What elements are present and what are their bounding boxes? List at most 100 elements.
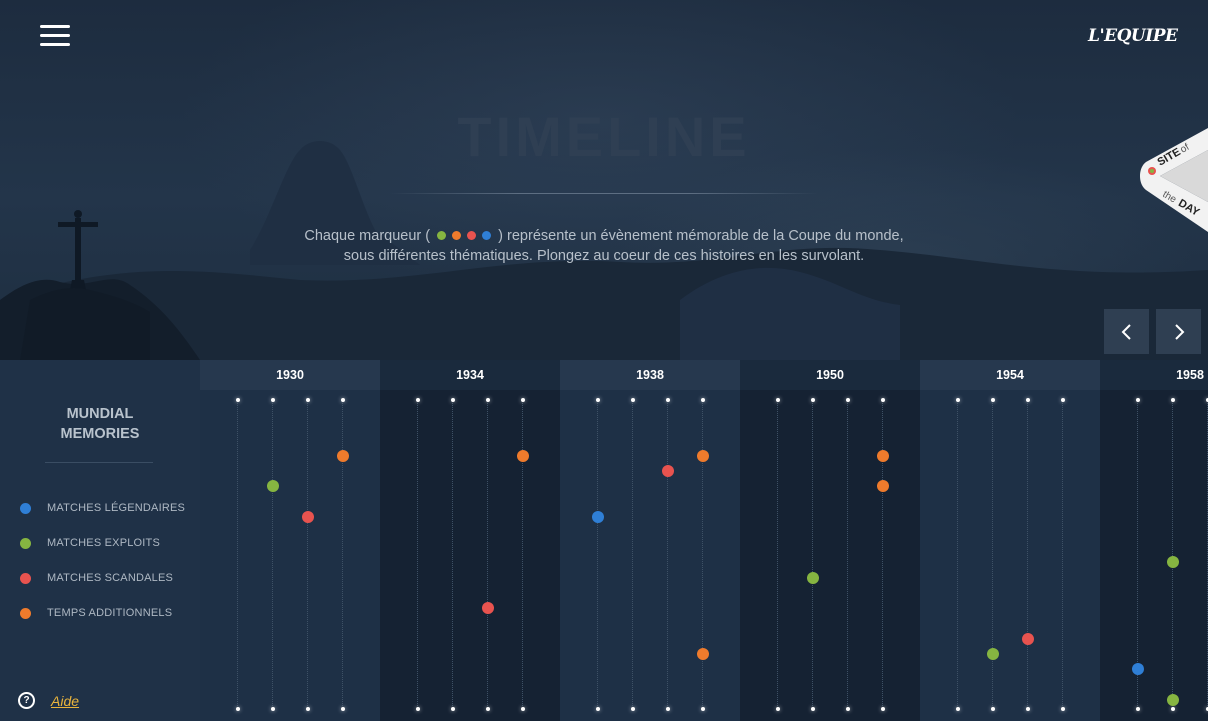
- timeline-tick-dot: [1135, 707, 1140, 711]
- timeline-tick-dot: [305, 707, 310, 711]
- timeline-tick-dot: [1135, 398, 1140, 402]
- timeline-tick-dot: [520, 707, 525, 711]
- event-marker-exploits[interactable]: [266, 480, 279, 492]
- chevron-left-icon: [1121, 323, 1131, 340]
- decade-column-1954: 1954: [920, 360, 1100, 721]
- timeline-tick-dot: [415, 398, 420, 402]
- decade-column-1950: 1950: [740, 360, 920, 721]
- timeline-prev-button[interactable]: [1104, 309, 1149, 354]
- event-marker-exploits[interactable]: [1166, 693, 1179, 706]
- timeline-guide-line: [882, 400, 883, 710]
- timeline-tick-dot: [700, 398, 705, 402]
- timeline-tick-dot: [700, 707, 705, 711]
- event-marker-legendary[interactable]: [1131, 663, 1144, 675]
- event-marker-exploits[interactable]: [986, 647, 999, 660]
- title-divider: [390, 193, 818, 194]
- decade-column-1934: 1934: [380, 360, 560, 721]
- decade-column-1938: 1938: [560, 360, 740, 721]
- sidebar-legend: MUNDIAL MEMORIES MATCHES LÉGENDAIRES MAT…: [0, 360, 200, 721]
- timeline-tick-dot: [1025, 707, 1030, 711]
- timeline-guide-line: [1062, 400, 1063, 710]
- legend-item-scandales[interactable]: MATCHES SCANDALES: [20, 570, 173, 586]
- event-marker-scandales[interactable]: [301, 510, 314, 523]
- timeline-tick-dot: [665, 707, 670, 711]
- timeline-tick-dot: [1025, 398, 1030, 402]
- timeline-tick-dot: [450, 707, 455, 711]
- timeline-tick-dot: [880, 707, 885, 711]
- event-marker-exploits[interactable]: [1166, 556, 1179, 569]
- timeline-tick-dot: [955, 707, 960, 711]
- decade-year-label: 1930: [200, 360, 380, 390]
- timeline-tick-dot: [665, 398, 670, 402]
- timeline-guide-line: [777, 400, 778, 710]
- legend-item-temps[interactable]: TEMPS ADDITIONNELS: [20, 605, 172, 621]
- timeline-tick-dot: [595, 707, 600, 711]
- decade-year-label: 1958: [1100, 360, 1208, 390]
- lequipe-logo[interactable]: L'EQUIPE: [1088, 26, 1178, 46]
- timeline-tick-dot: [1060, 707, 1065, 711]
- timeline-tick-dot: [810, 398, 815, 402]
- legend-item-exploits[interactable]: MATCHES EXPLOITS: [20, 535, 160, 551]
- timeline-next-button[interactable]: [1156, 309, 1201, 354]
- event-marker-temps[interactable]: [876, 480, 889, 492]
- timeline-tick-dot: [775, 707, 780, 711]
- intro-dot-scandales: [467, 231, 477, 240]
- intro-dot-legendary: [482, 231, 492, 240]
- event-marker-exploits[interactable]: [806, 571, 819, 584]
- timeline-guide-line: [522, 400, 523, 710]
- timeline-tick-dot: [340, 398, 345, 402]
- scandales-dot-icon: [20, 572, 31, 584]
- decade-column-1958: 1958: [1100, 360, 1208, 721]
- timeline-guide-line: [812, 400, 813, 710]
- event-marker-scandales[interactable]: [1021, 632, 1034, 645]
- timeline-guide-line: [1172, 400, 1173, 710]
- help-link[interactable]: ? Aide: [18, 692, 79, 709]
- help-label[interactable]: Aide: [51, 693, 79, 709]
- timeline-tick-dot: [1060, 398, 1065, 402]
- intro-line-2: sous différentes thématiques. Plongez au…: [343, 248, 865, 264]
- event-marker-temps[interactable]: [696, 647, 709, 660]
- timeline-guide-line: [632, 400, 633, 710]
- timeline-tick-dot: [485, 398, 490, 402]
- timeline-tick-dot: [235, 398, 240, 402]
- timeline-tick-dot: [630, 398, 635, 402]
- timeline-guide-line: [702, 400, 703, 710]
- timeline-tick-dot: [880, 398, 885, 402]
- page-title: TIMELINE: [457, 105, 751, 168]
- event-marker-temps[interactable]: [516, 449, 529, 462]
- timeline-tick-dot: [235, 707, 240, 711]
- event-marker-legendary[interactable]: [591, 510, 604, 523]
- intro-text: Chaque marqueur ( ) représente un évènem…: [0, 226, 1208, 266]
- menu-button[interactable]: [40, 25, 70, 47]
- sidebar-title: MUNDIAL MEMORIES: [60, 406, 140, 442]
- temps-dot-icon: [20, 607, 31, 619]
- timeline-guide-line: [992, 400, 993, 710]
- timeline-tick-dot: [485, 707, 490, 711]
- decade-column-1930: 1930: [200, 360, 380, 721]
- timeline-guide-line: [1027, 400, 1028, 710]
- event-marker-temps[interactable]: [876, 449, 889, 462]
- event-marker-scandales[interactable]: [481, 602, 494, 614]
- timeline-tick-dot: [595, 398, 600, 402]
- timeline-tick-dot: [845, 398, 850, 402]
- timeline-grid: 1930 1934 1938 1950 1954 1958: [200, 360, 1208, 721]
- timeline-guide-line: [487, 400, 488, 710]
- timeline-guide-line: [237, 400, 238, 710]
- rio-landscape-illustration: [0, 141, 1208, 360]
- timeline-guide-line: [417, 400, 418, 710]
- decade-year-label: 1954: [920, 360, 1100, 390]
- timeline-tick-dot: [270, 707, 275, 711]
- legend-item-legendary[interactable]: MATCHES LÉGENDAIRES: [20, 500, 185, 516]
- legendary-dot-icon: [20, 502, 31, 514]
- event-marker-temps[interactable]: [336, 449, 349, 462]
- event-marker-temps[interactable]: [696, 449, 709, 462]
- timeline-guide-line: [847, 400, 848, 710]
- decade-year-label: 1950: [740, 360, 920, 390]
- site-of-the-day-badge[interactable]: SITE of the DAY: [1138, 128, 1208, 232]
- timeline-tick-dot: [270, 398, 275, 402]
- intro-dot-exploits: [437, 231, 447, 240]
- event-marker-scandales[interactable]: [661, 464, 674, 477]
- timeline-tick-dot: [305, 398, 310, 402]
- timeline-tick-dot: [990, 398, 995, 402]
- timeline-guide-line: [597, 400, 598, 710]
